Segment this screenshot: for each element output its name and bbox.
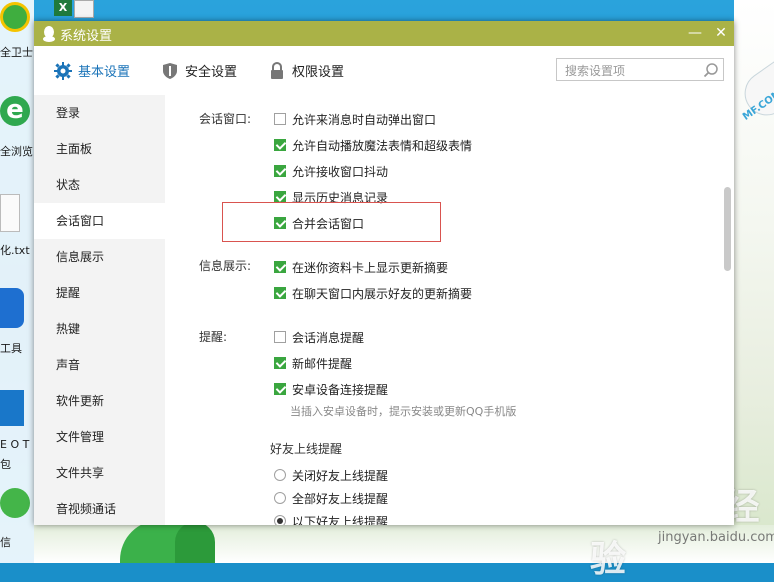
option-autoplay-emoji[interactable]: 允许自动播放魔法表情和超级表情 <box>274 136 472 154</box>
desktop-shortcut-label: 全浏览 <box>0 145 33 158</box>
option-window-shake[interactable]: 允许接收窗口抖动 <box>274 162 388 180</box>
radio-all-friend-online[interactable]: 全部好友上线提醒 <box>274 489 388 507</box>
title-bar[interactable]: 系统设置 — ✕ <box>34 21 734 46</box>
option-label: 在迷你资料卡上显示更新摘要 <box>292 260 449 275</box>
option-session-message-remind[interactable]: 会话消息提醒 <box>274 328 364 346</box>
tab-label: 权限设置 <box>292 65 345 80</box>
checkbox[interactable] <box>274 165 286 177</box>
option-label: 会话消息提醒 <box>292 330 365 345</box>
excel-file-icon[interactable]: X <box>54 0 98 18</box>
option-android-connect-remind[interactable]: 安卓设备连接提醒 <box>274 380 388 398</box>
section-label-remind: 提醒: <box>199 330 228 344</box>
checkbox[interactable] <box>274 113 286 125</box>
sidebar-item-main-panel[interactable]: 主面板 <box>34 131 165 167</box>
scrollbar-thumb[interactable] <box>724 187 731 271</box>
desktop-shortcut-browser[interactable]: e 全浏览 <box>0 92 34 162</box>
sidebar-item-hotkeys[interactable]: 热键 <box>34 311 165 347</box>
checkbox[interactable] <box>274 383 286 395</box>
system-settings-window: 系统设置 — ✕ 基本设置 安全设置 权限设置 搜索设置项 登录 主面板 状态 … <box>34 21 734 525</box>
download-arrow-icon <box>0 390 24 426</box>
gear-icon <box>54 61 72 80</box>
sidebar-item-session-window[interactable]: 会话窗口 <box>34 203 165 239</box>
option-label: 以下好友上线提醒 <box>292 514 389 526</box>
chat-bubble-icon <box>0 488 30 518</box>
search-box[interactable] <box>556 58 724 81</box>
watermark-url: jingyan.baidu.com <box>658 530 774 545</box>
option-chat-window-update[interactable]: 在聊天窗口内展示好友的更新摘要 <box>274 284 472 302</box>
section-label-info: 信息展示: <box>199 259 252 273</box>
radio-button[interactable] <box>274 515 286 525</box>
tab-label: 安全设置 <box>185 65 238 80</box>
checkbox[interactable] <box>274 357 286 369</box>
minimize-button[interactable]: — <box>682 21 708 46</box>
desktop-shortcut-label: 包 <box>0 458 11 471</box>
sidebar-item-reminders[interactable]: 提醒 <box>34 275 165 311</box>
option-label: 关闭好友上线提醒 <box>292 468 389 483</box>
checkbox[interactable] <box>274 261 286 273</box>
desktop-shortcut-label: E O T <box>0 438 30 451</box>
tab-label: 基本设置 <box>78 65 131 80</box>
blimp-graphic: MF.COM <box>736 52 774 148</box>
settings-tabs-bar: 基本设置 安全设置 权限设置 <box>34 46 734 95</box>
option-auto-popup-window[interactable]: 允许来消息时自动弹出窗口 <box>274 110 436 128</box>
option-label: 新邮件提醒 <box>292 356 353 371</box>
option-new-mail-remind[interactable]: 新邮件提醒 <box>274 354 352 372</box>
option-label: 允许接收窗口抖动 <box>292 164 389 179</box>
option-label: 在聊天窗口内展示好友的更新摘要 <box>292 286 473 301</box>
checkbox[interactable] <box>274 139 286 151</box>
option-label: 安卓设备连接提醒 <box>292 382 389 397</box>
android-hint-text: 当插入安卓设备时，提示安装或更新QQ手机版 <box>290 405 517 418</box>
qq-penguin-icon <box>43 26 55 42</box>
sidebar-item-info-display[interactable]: 信息展示 <box>34 239 165 275</box>
desktop-shortcut-label: 信 <box>0 536 11 549</box>
section-label-friend-online: 好友上线提醒 <box>270 442 343 456</box>
desktop-left-band <box>0 0 34 563</box>
search-input[interactable] <box>563 61 705 80</box>
wallpaper-swoosh-2 <box>175 522 215 563</box>
settings-sidebar: 登录 主面板 状态 会话窗口 信息展示 提醒 热键 声音 软件更新 文件管理 文… <box>34 95 165 525</box>
window-title: 系统设置 <box>60 29 113 44</box>
option-label: 允许自动播放魔法表情和超级表情 <box>292 138 473 153</box>
desktop-shortcut-label: 化.txt <box>0 244 30 257</box>
checkbox[interactable] <box>274 287 286 299</box>
tab-security-settings[interactable]: 安全设置 <box>161 46 237 95</box>
lock-icon <box>268 61 286 80</box>
option-label: 全部好友上线提醒 <box>292 491 389 506</box>
desktop-shortcut-label: 全卫士 <box>0 46 33 59</box>
close-button[interactable]: ✕ <box>708 21 734 46</box>
sidebar-item-software-update[interactable]: 软件更新 <box>34 383 165 419</box>
annotation-highlight-box <box>222 202 441 242</box>
desktop-shortcut-txt[interactable]: 化.txt <box>0 194 34 264</box>
tab-basic-settings[interactable]: 基本设置 <box>54 46 130 95</box>
radio-close-friend-online[interactable]: 关闭好友上线提醒 <box>274 466 388 484</box>
content-scrollbar[interactable] <box>721 95 734 525</box>
sidebar-item-file-sharing[interactable]: 文件共享 <box>34 455 165 491</box>
search-icon[interactable] <box>703 62 719 78</box>
checkbox[interactable] <box>274 331 286 343</box>
tool-app-icon <box>0 288 24 328</box>
radio-following-friend-online[interactable]: 以下好友上线提醒 <box>274 512 388 525</box>
security-guard-icon <box>0 2 30 32</box>
desktop-shortcut-eot[interactable]: E O T 包 <box>0 386 34 471</box>
text-file-icon <box>0 194 20 232</box>
sidebar-item-login[interactable]: 登录 <box>34 95 165 131</box>
desktop-shortcut-label: 工具 <box>0 342 22 355</box>
browser-e-icon: e <box>0 96 30 126</box>
radio-button[interactable] <box>274 492 286 504</box>
tab-permission-settings[interactable]: 权限设置 <box>268 46 344 95</box>
sidebar-item-sound[interactable]: 声音 <box>34 347 165 383</box>
option-mini-card-update[interactable]: 在迷你资料卡上显示更新摘要 <box>274 258 448 276</box>
settings-content: 会话窗口: 允许来消息时自动弹出窗口 允许自动播放魔法表情和超级表情 允许接收窗… <box>165 95 734 525</box>
section-label-session: 会话窗口: <box>199 112 252 126</box>
radio-button[interactable] <box>274 469 286 481</box>
shield-icon <box>161 62 179 80</box>
desktop-shortcut-wechat[interactable]: 信 <box>0 486 34 556</box>
option-label: 允许来消息时自动弹出窗口 <box>292 112 437 127</box>
desktop-shortcut-tool[interactable]: 工具 <box>0 288 34 358</box>
sidebar-item-status[interactable]: 状态 <box>34 167 165 203</box>
sidebar-item-av-call[interactable]: 音视频通话 <box>34 491 165 527</box>
desktop-shortcut-security[interactable]: 全卫士 <box>0 0 34 60</box>
sidebar-item-file-management[interactable]: 文件管理 <box>34 419 165 455</box>
